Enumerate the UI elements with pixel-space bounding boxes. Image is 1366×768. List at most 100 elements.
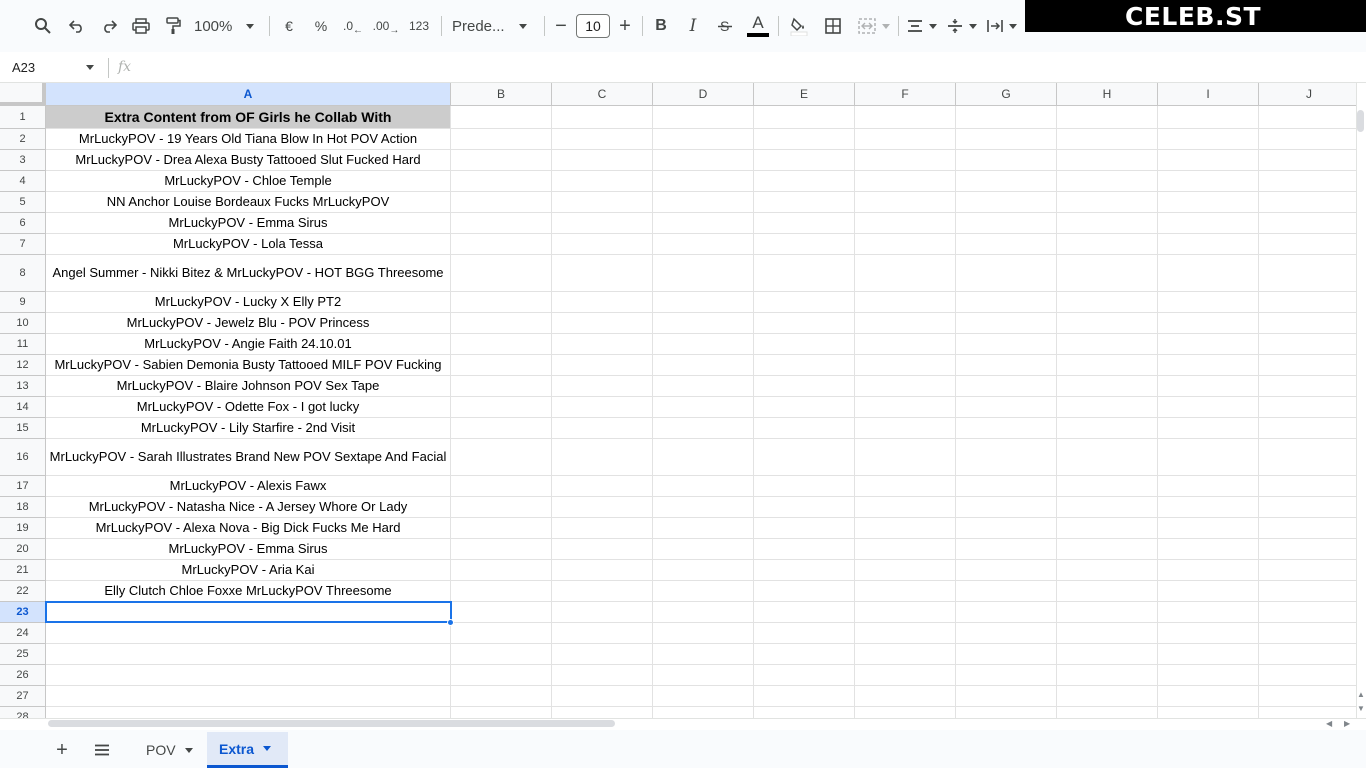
empty-cell[interactable]	[855, 686, 956, 706]
empty-cell[interactable]	[956, 665, 1057, 685]
empty-cell[interactable]	[754, 581, 855, 601]
empty-cell[interactable]	[1158, 581, 1259, 601]
column-header-c[interactable]: C	[552, 83, 653, 106]
empty-cell[interactable]	[1057, 192, 1158, 212]
empty-cell[interactable]	[1057, 439, 1158, 475]
scroll-right-icon[interactable]: ▶	[1344, 719, 1350, 728]
vertical-scrollbar[interactable]	[1356, 83, 1366, 718]
empty-cell[interactable]	[1158, 418, 1259, 438]
empty-cell[interactable]	[552, 106, 653, 128]
empty-cell[interactable]	[1158, 355, 1259, 375]
row-header[interactable]: 13	[0, 376, 46, 397]
empty-cell[interactable]	[855, 581, 956, 601]
empty-cell[interactable]	[451, 518, 552, 538]
bold-button[interactable]: B	[648, 10, 674, 42]
empty-cell[interactable]	[653, 686, 754, 706]
empty-cell[interactable]	[451, 439, 552, 475]
row-header[interactable]: 14	[0, 397, 46, 418]
empty-cell[interactable]	[1259, 560, 1356, 580]
empty-cell[interactable]	[754, 334, 855, 354]
empty-cell[interactable]	[1158, 602, 1259, 622]
empty-cell[interactable]	[552, 686, 653, 706]
empty-cell[interactable]	[653, 518, 754, 538]
empty-cell[interactable]	[653, 334, 754, 354]
empty-cell[interactable]	[451, 292, 552, 312]
row-header[interactable]: 26	[0, 665, 46, 686]
empty-cell[interactable]	[1057, 129, 1158, 149]
empty-cell[interactable]	[552, 623, 653, 643]
empty-cell[interactable]	[1259, 644, 1356, 664]
empty-cell[interactable]	[451, 192, 552, 212]
empty-cell[interactable]	[451, 539, 552, 559]
empty-cell[interactable]	[552, 376, 653, 396]
empty-cell[interactable]	[552, 129, 653, 149]
empty-cell[interactable]	[451, 106, 552, 128]
empty-cell[interactable]	[1259, 418, 1356, 438]
empty-cell[interactable]	[552, 171, 653, 191]
empty-cell[interactable]	[1158, 129, 1259, 149]
row-header[interactable]: 24	[0, 623, 46, 644]
title-cell[interactable]: Angel Summer - Nikki Bitez & MrLuckyPOV …	[46, 255, 451, 291]
empty-cell[interactable]	[754, 106, 855, 128]
empty-cell[interactable]	[1057, 497, 1158, 517]
column-header-a[interactable]: A	[46, 83, 451, 106]
column-header-j[interactable]: J	[1259, 83, 1356, 106]
empty-cell[interactable]	[1158, 686, 1259, 706]
empty-cell[interactable]	[653, 106, 754, 128]
empty-cell[interactable]	[956, 292, 1057, 312]
empty-cell[interactable]	[1158, 644, 1259, 664]
empty-cell[interactable]	[653, 665, 754, 685]
empty-cell[interactable]	[754, 686, 855, 706]
increase-font-size-icon[interactable]: +	[614, 10, 636, 42]
empty-cell[interactable]	[754, 171, 855, 191]
empty-cell[interactable]	[754, 192, 855, 212]
title-cell[interactable]: MrLuckyPOV - Alexa Nova - Big Dick Fucks…	[46, 518, 451, 538]
empty-cell[interactable]	[956, 623, 1057, 643]
empty-cell[interactable]	[1057, 581, 1158, 601]
empty-cell[interactable]	[552, 518, 653, 538]
title-cell[interactable]	[46, 707, 451, 718]
fill-color-icon[interactable]	[786, 10, 812, 42]
horizontal-scrollbar-thumb[interactable]	[48, 720, 615, 727]
empty-cell[interactable]	[1158, 313, 1259, 333]
empty-cell[interactable]	[754, 518, 855, 538]
empty-cell[interactable]	[1259, 171, 1356, 191]
empty-cell[interactable]	[956, 397, 1057, 417]
empty-cell[interactable]	[855, 476, 956, 496]
row-header[interactable]: 17	[0, 476, 46, 497]
empty-cell[interactable]	[956, 707, 1057, 718]
empty-cell[interactable]	[754, 602, 855, 622]
row-header[interactable]: 5	[0, 192, 46, 213]
title-cell[interactable]: MrLuckyPOV - Lily Starfire - 2nd Visit	[46, 418, 451, 438]
empty-cell[interactable]	[956, 234, 1057, 254]
empty-cell[interactable]	[754, 313, 855, 333]
empty-cell[interactable]	[754, 560, 855, 580]
column-header-b[interactable]: B	[451, 83, 552, 106]
empty-cell[interactable]	[855, 497, 956, 517]
empty-cell[interactable]	[451, 418, 552, 438]
scroll-up-icon[interactable]: ▲	[1357, 690, 1365, 699]
title-cell[interactable]: MrLuckyPOV - Lucky X Elly PT2	[46, 292, 451, 312]
all-sheets-menu-icon[interactable]	[90, 738, 114, 762]
empty-cell[interactable]	[451, 665, 552, 685]
empty-cell[interactable]	[1057, 518, 1158, 538]
font-size-input[interactable]: 10	[576, 14, 610, 38]
empty-cell[interactable]	[956, 129, 1057, 149]
column-header-e[interactable]: E	[754, 83, 855, 106]
empty-cell[interactable]	[451, 255, 552, 291]
currency-format-button[interactable]: €	[276, 10, 302, 42]
text-color-button[interactable]: A	[744, 10, 772, 42]
title-cell[interactable]: MrLuckyPOV - Odette Fox - I got lucky	[46, 397, 451, 417]
empty-cell[interactable]	[754, 234, 855, 254]
empty-cell[interactable]	[754, 150, 855, 170]
empty-cell[interactable]	[1259, 129, 1356, 149]
sheet-tab-extra[interactable]: Extra	[207, 732, 288, 768]
empty-cell[interactable]	[451, 560, 552, 580]
empty-cell[interactable]	[1259, 334, 1356, 354]
empty-cell[interactable]	[754, 376, 855, 396]
empty-cell[interactable]	[754, 439, 855, 475]
empty-cell[interactable]	[1057, 376, 1158, 396]
column-header-g[interactable]: G	[956, 83, 1057, 106]
empty-cell[interactable]	[754, 539, 855, 559]
empty-cell[interactable]	[1158, 292, 1259, 312]
